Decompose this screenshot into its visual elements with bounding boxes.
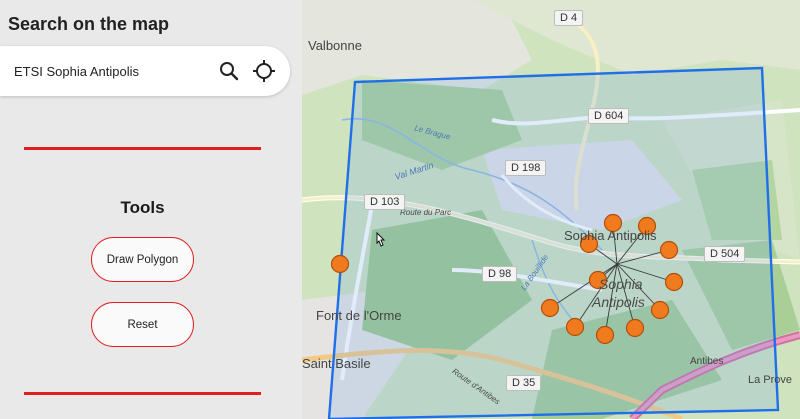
search-bar <box>0 46 290 96</box>
map-marker <box>625 318 645 338</box>
map-marker <box>659 240 679 260</box>
divider-top <box>24 147 261 150</box>
reset-button[interactable]: Reset <box>91 302 194 347</box>
place-label: Antipolis <box>592 294 645 310</box>
road-badge: D 4 <box>554 10 584 26</box>
place-label: Sophia <box>599 276 643 292</box>
search-panel: Search on the map Tools Draw Polygon Res… <box>0 0 302 419</box>
road-badge: D 504 <box>704 246 746 262</box>
place-label: La Prove <box>748 374 793 386</box>
road-badge: D 103 <box>364 194 406 210</box>
search-input[interactable] <box>14 61 204 81</box>
place-label: Sophia Antipolis <box>564 228 657 243</box>
map-marker <box>565 317 585 337</box>
road-badge: D 35 <box>506 375 542 391</box>
map-marker <box>330 254 350 274</box>
cursor-icon <box>374 231 388 249</box>
place-label: Valbonne <box>308 38 362 53</box>
map-view[interactable]: Valbonne Sophia Antipolis Sophia Antipol… <box>302 0 800 419</box>
map-marker <box>650 300 670 320</box>
map-marker <box>595 325 615 345</box>
panel-title: Search on the map <box>8 14 170 34</box>
street-label: Route du Parc <box>400 208 452 217</box>
road-badge: D 198 <box>505 160 547 176</box>
crosshair-icon[interactable] <box>252 59 276 83</box>
road-badge: D 98 <box>482 266 518 282</box>
road-badge: D 604 <box>588 108 630 124</box>
map-marker <box>664 272 684 292</box>
draw-polygon-button[interactable]: Draw Polygon <box>91 237 194 282</box>
search-icon[interactable] <box>217 59 241 83</box>
divider-bottom <box>24 392 261 395</box>
map-marker <box>540 298 560 318</box>
tools-heading: Tools <box>120 198 165 217</box>
place-label: Font de l'Orme <box>316 308 402 323</box>
place-label: Saint Basile <box>302 356 371 371</box>
place-label: Antibes <box>690 356 724 367</box>
